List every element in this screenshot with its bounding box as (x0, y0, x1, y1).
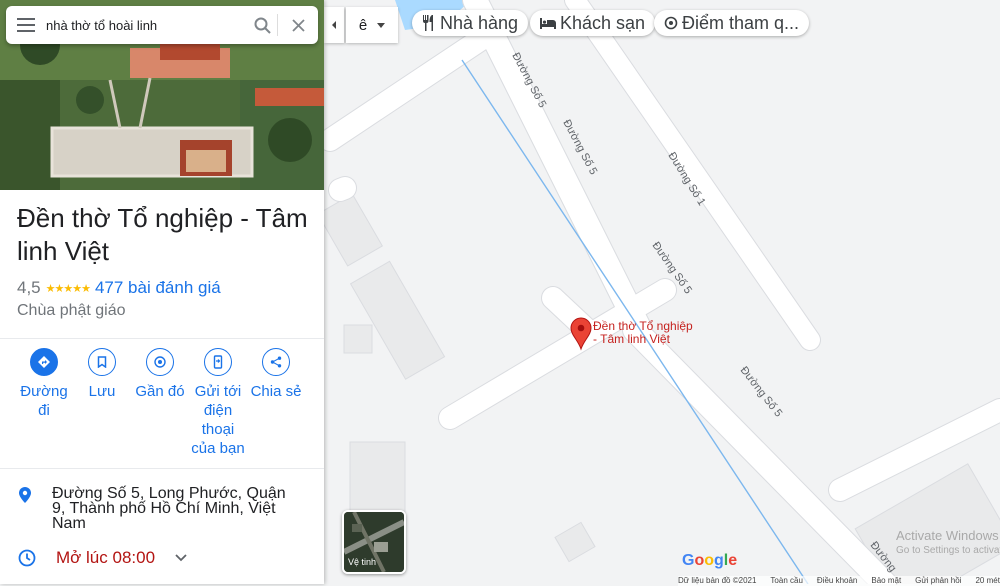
divider (0, 468, 324, 469)
hours-text: Mở lúc 08:00 (56, 548, 156, 567)
map-pin-label[interactable]: Đền thờ Tổ nghiệp - Tâm linh Việt (593, 320, 693, 346)
nearby-button[interactable]: Gần đó (131, 348, 189, 458)
bookmark-icon (88, 348, 116, 376)
action-label: Chia sẻ (250, 383, 302, 400)
place-rating: 4,5 ★★★★★ 477 bài đánh giá (17, 278, 221, 298)
windows-watermark-title: Activate Windows (896, 528, 999, 543)
action-label: Gần đó (135, 383, 185, 400)
attribution-privacy-link[interactable]: Bảo mật (871, 576, 901, 586)
google-logo: Google (682, 552, 738, 569)
menu-button[interactable] (6, 18, 46, 32)
place-title: Đền thờ Tổ nghiệp - Tâm linh Việt (17, 203, 308, 266)
clear-search-button[interactable] (278, 18, 318, 32)
reviews-link[interactable]: 477 bài đánh giá (95, 278, 221, 298)
attraction-icon (664, 16, 678, 30)
search-icon (254, 17, 271, 34)
layer-select-value: ê (358, 16, 368, 34)
search-button[interactable] (247, 17, 277, 34)
filter-chip-label: Khách sạn (560, 12, 646, 33)
filter-chip-label: Nhà hàng (440, 12, 519, 33)
attribution-feedback-link[interactable]: Gửi phản hồi (915, 576, 961, 586)
nearby-icon (146, 348, 174, 376)
map-scale-label[interactable]: 20 mét (975, 576, 999, 586)
action-row: Đường đi Lưu Gần đó Gửi tới điện thoại c… (0, 348, 324, 458)
filter-chip-restaurants[interactable]: Nhà hàng (412, 10, 529, 36)
location-pin-icon (19, 487, 31, 503)
chevron-left-icon (332, 21, 336, 29)
collapse-panel-button[interactable] (324, 7, 344, 43)
share-button[interactable]: Chia sẻ (247, 348, 305, 458)
hamburger-menu-icon (17, 18, 35, 32)
map-attribution-bar: Dữ liệu bản đồ ©2021 Toàn cầu Điều khoản… (678, 576, 1000, 586)
windows-watermark-subtitle: Go to Settings to activate (896, 545, 1000, 556)
directions-icon (30, 348, 58, 376)
chevron-down-icon[interactable] (175, 554, 187, 562)
attribution-terms-link[interactable]: Điều khoản (817, 576, 857, 586)
save-button[interactable]: Lưu (73, 348, 131, 458)
filter-chip-hotels[interactable]: Khách sạn (530, 10, 656, 36)
restaurant-icon (423, 15, 433, 31)
action-label: Gửi tới điện thoại của bạn (191, 383, 245, 457)
search-input[interactable]: nhà thờ tổ hoài linh (46, 18, 247, 33)
caret-down-icon (377, 22, 386, 28)
layer-select[interactable]: ê (346, 7, 398, 43)
satellite-label: Vệ tinh (348, 557, 377, 567)
attribution-text: Dữ liệu bản đồ ©2021 (678, 576, 757, 585)
satellite-layer-toggle[interactable]: Vệ tinh (342, 510, 406, 574)
clock-icon (18, 549, 36, 567)
address-row[interactable]: Đường Số 5, Long Phước, Quận 9, Thành ph… (18, 485, 302, 532)
send-to-phone-icon (204, 348, 232, 376)
send-to-phone-button[interactable]: Gửi tới điện thoại của bạn (189, 348, 247, 458)
filter-chip-label: Điểm tham q... (682, 12, 800, 33)
action-label: Lưu (88, 383, 116, 400)
filter-chip-attractions[interactable]: Điểm tham q... (654, 10, 810, 36)
hotel-icon (540, 18, 556, 29)
search-box: nhà thờ tổ hoài linh (6, 6, 318, 44)
rating-stars-icon: ★★★★★ (45, 282, 91, 295)
rating-value: 4,5 (17, 278, 41, 297)
action-label: Đường đi (20, 383, 68, 419)
close-icon (291, 18, 305, 32)
place-category[interactable]: Chùa phật giáo (17, 302, 126, 320)
pin-label-line: - Tâm linh Việt (593, 332, 670, 346)
share-icon (262, 348, 290, 376)
divider (0, 338, 324, 339)
hours-row[interactable]: Mở lúc 08:00 (18, 548, 187, 568)
directions-button[interactable]: Đường đi (15, 348, 73, 458)
address-text: Đường Số 5, Long Phước, Quận 9, Thành ph… (52, 485, 286, 532)
place-panel: nhà thờ tổ hoài linh Đền thờ Tổ nghiệp -… (0, 0, 324, 584)
attribution-global-link[interactable]: Toàn cầu (770, 576, 802, 586)
